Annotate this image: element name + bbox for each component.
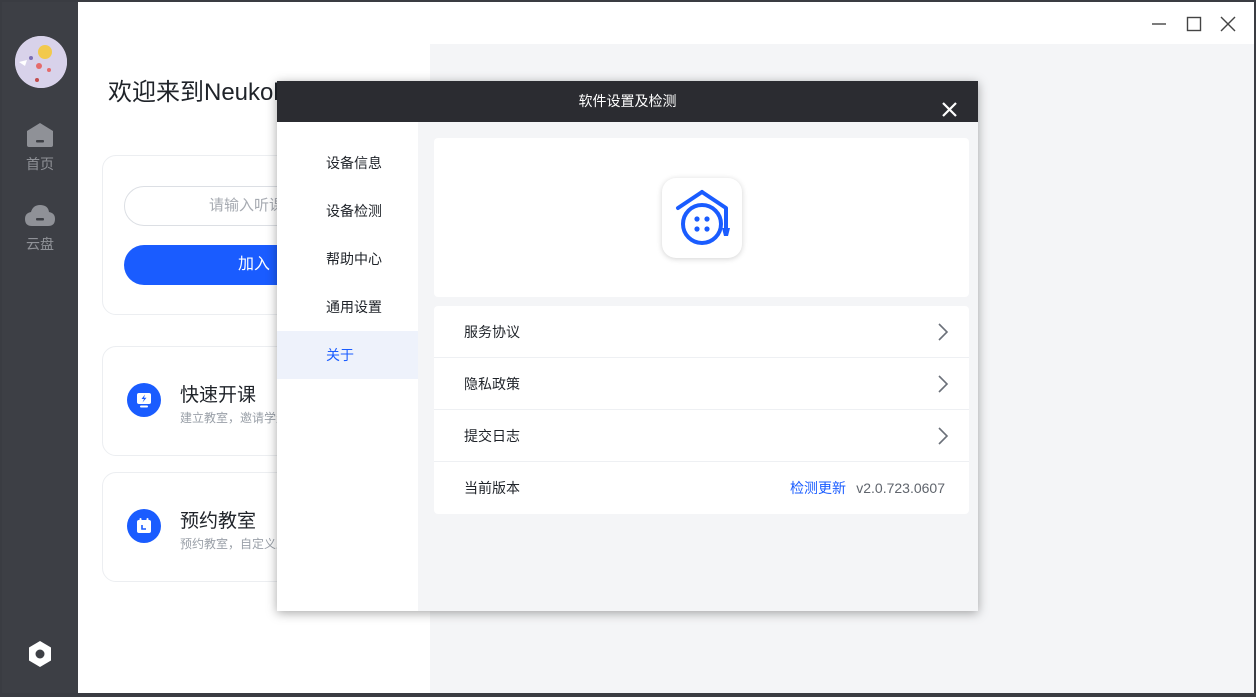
chevron-right-icon	[938, 427, 949, 445]
row-label: 服务协议	[464, 324, 520, 340]
graduation-cap-logo-icon	[676, 190, 730, 245]
row-current-version: 当前版本 检测更新 v2.0.723.0607	[434, 462, 969, 514]
sidebar-item-cloud[interactable]: 云盘	[2, 204, 78, 254]
row-label: 隐私政策	[464, 376, 520, 392]
minimize-icon	[1152, 23, 1166, 25]
close-icon	[1220, 16, 1236, 32]
row-service-agreement[interactable]: 服务协议	[434, 306, 969, 358]
nav-general-settings[interactable]: 通用设置	[277, 283, 418, 331]
settings-button[interactable]	[26, 640, 54, 668]
nav-about[interactable]: 关于	[277, 331, 418, 379]
dialog-title: 软件设置及检测	[578, 93, 677, 109]
row-submit-log[interactable]: 提交日志	[434, 410, 969, 462]
calendar-icon	[127, 509, 161, 543]
user-avatar[interactable]	[15, 36, 67, 88]
nav-help-center[interactable]: 帮助中心	[277, 235, 418, 283]
feature-desc: 建立教室，邀请学生	[180, 411, 289, 425]
settings-dialog: 软件设置及检测 设备信息 设备检测 帮助中心 通用设置 关于 服务协议 隐私政策…	[277, 81, 978, 611]
lightning-screen-icon	[127, 383, 161, 417]
minimize-button[interactable]	[1149, 14, 1169, 34]
row-privacy-policy[interactable]: 隐私政策	[434, 358, 969, 410]
feature-title: 快速开课	[180, 385, 257, 406]
chevron-right-icon	[938, 375, 949, 393]
check-update-link[interactable]: 检测更新	[790, 462, 846, 514]
about-panel: 服务协议 隐私政策 提交日志 当前版本 检测更新 v2.0.723.0607	[418, 122, 978, 611]
app-logo	[662, 178, 742, 258]
close-icon	[942, 102, 957, 117]
welcome-title: 欢迎来到Neukol	[108, 79, 279, 106]
close-window-button[interactable]	[1218, 14, 1238, 34]
app-logo-card	[434, 138, 969, 297]
maximize-button[interactable]	[1184, 14, 1204, 34]
nav-device-info[interactable]: 设备信息	[277, 139, 418, 187]
about-list: 服务协议 隐私政策 提交日志 当前版本 检测更新 v2.0.723.0607	[434, 306, 969, 514]
sidebar-item-label: 云盘	[26, 236, 54, 252]
home-icon	[27, 123, 53, 147]
dialog-header: 软件设置及检测	[277, 81, 978, 122]
chevron-right-icon	[938, 323, 949, 341]
sidebar-item-home[interactable]: 首页	[2, 122, 78, 174]
maximize-icon	[1186, 16, 1202, 32]
version-number: v2.0.723.0607	[856, 480, 945, 496]
dialog-close-button[interactable]	[941, 93, 958, 117]
nav-device-check[interactable]: 设备检测	[277, 187, 418, 235]
sidebar-item-label: 首页	[26, 156, 54, 172]
cloud-icon	[25, 205, 55, 226]
settings-hexagon-icon	[29, 641, 51, 667]
row-label: 当前版本	[464, 480, 520, 496]
feature-title: 预约教室	[180, 511, 257, 532]
left-sidebar: 首页 云盘	[2, 2, 78, 693]
row-label: 提交日志	[464, 428, 520, 444]
dialog-nav: 设备信息 设备检测 帮助中心 通用设置 关于	[277, 122, 418, 611]
feature-desc: 预约教室，自定义上	[180, 537, 289, 551]
